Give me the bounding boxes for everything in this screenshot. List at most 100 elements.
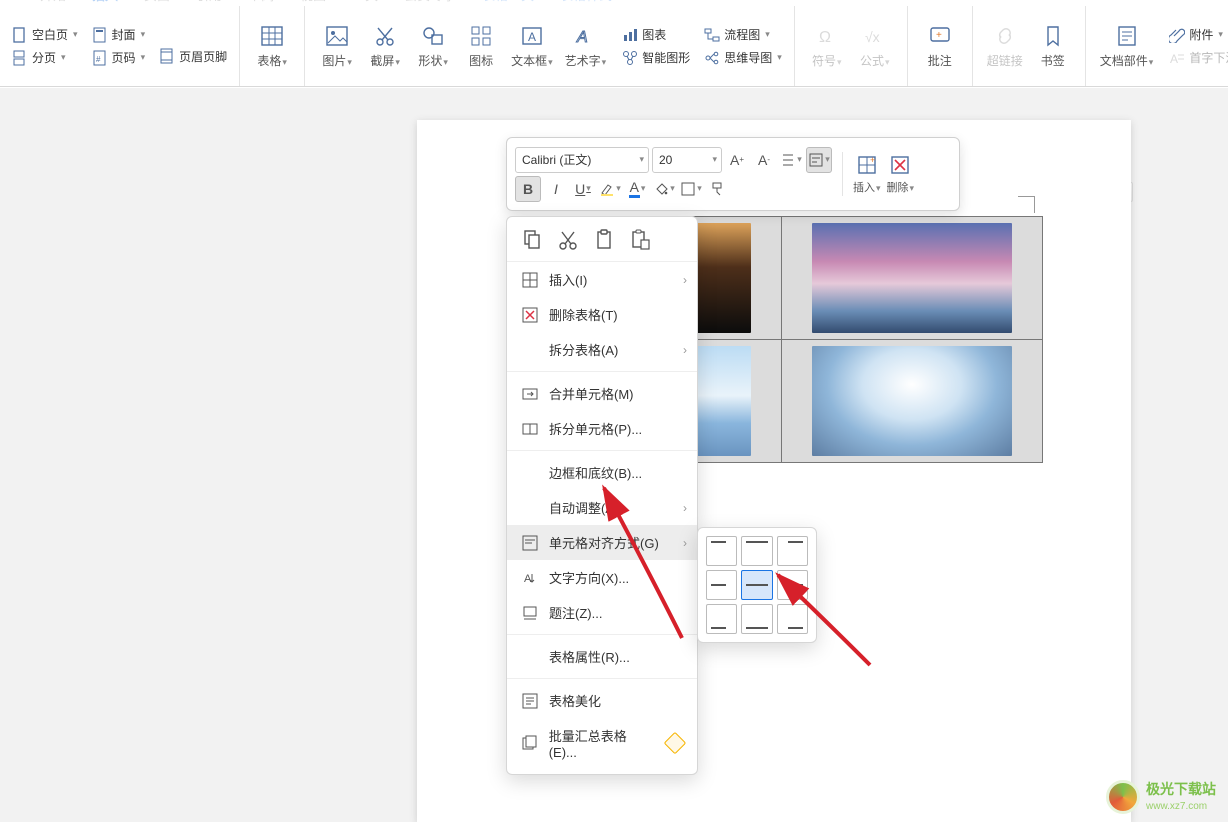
table-button[interactable]: 表格▾ <box>248 20 296 73</box>
decrease-font-button[interactable]: A- <box>752 148 776 172</box>
picture-button[interactable]: 图片▾ <box>313 20 361 73</box>
ctx-cell-alignment[interactable]: 单元格对齐方式(G) › <box>507 525 697 560</box>
svg-text:A: A <box>528 30 536 44</box>
font-size-select[interactable]: 20 ▾ <box>652 147 722 173</box>
hyperlink-button: 超链接 <box>981 20 1029 73</box>
ctx-batch-summary[interactable]: 批量汇总表格(E)... <box>507 718 697 768</box>
ctx-borders-shading[interactable]: 边框和底纹(B)... <box>507 455 697 490</box>
align-middle-center[interactable] <box>741 570 772 600</box>
table-image-4[interactable] <box>812 346 1012 456</box>
copy-icon[interactable] <box>521 229 543 251</box>
svg-text:+: + <box>870 155 875 165</box>
bookmark-label: 书签 <box>1041 52 1065 69</box>
bookmark-button[interactable]: 书签 <box>1029 20 1077 73</box>
header-footer-button[interactable]: 页眉页脚 <box>155 46 231 67</box>
chart-label: 图表 <box>642 26 666 43</box>
ctx-borders-label: 边框和底纹(B)... <box>549 463 642 482</box>
font-size-value: 20 <box>659 153 672 167</box>
line-spacing-icon <box>780 152 796 168</box>
align-top-center[interactable] <box>741 536 772 566</box>
align-middle-left[interactable] <box>706 570 737 600</box>
align-bottom-left[interactable] <box>706 604 737 634</box>
ctx-merge-cells[interactable]: 合并单元格(M) <box>507 376 697 411</box>
picture-icon <box>325 24 349 48</box>
ctx-cell-alignment-label: 单元格对齐方式(G) <box>549 533 659 552</box>
paperclip-icon <box>1169 27 1185 43</box>
insert-rowcol-icon: + <box>856 154 878 176</box>
italic-button[interactable]: I <box>544 177 568 201</box>
wordart-icon: A <box>573 24 597 48</box>
blank-page-button[interactable]: 空白页▾ <box>8 24 82 45</box>
svg-text:#: # <box>96 55 101 64</box>
table-icon <box>260 24 284 48</box>
ctx-split-cells[interactable]: 拆分单元格(P)... <box>507 411 697 446</box>
attachment-button[interactable]: 附件▾ <box>1165 24 1228 45</box>
line-spacing-button[interactable]: ▾ <box>779 148 803 172</box>
borders-button[interactable]: ▾ <box>679 177 703 201</box>
highlight-button[interactable]: ▾ <box>598 177 622 201</box>
page-number-button[interactable]: # 页码▾ <box>88 47 150 68</box>
format-painter-button[interactable] <box>706 177 730 201</box>
ctx-autofit[interactable]: 自动调整(A) › <box>507 490 697 525</box>
ctx-text-direction[interactable]: A 文字方向(X)... <box>507 560 697 595</box>
wordart-button[interactable]: A 艺术字▾ <box>559 20 613 73</box>
ctx-batch-summary-label: 批量汇总表格(E)... <box>549 726 654 760</box>
attachment-label: 附件 <box>1189 26 1213 43</box>
shading-button[interactable]: ▾ <box>652 177 676 201</box>
align-top-right[interactable] <box>777 536 808 566</box>
doc-parts-button[interactable]: 文档部件▾ <box>1094 20 1160 73</box>
blank-page-label: 空白页 <box>32 26 68 43</box>
increase-font-button[interactable]: A+ <box>725 148 749 172</box>
cell-align-icon <box>522 535 538 551</box>
mindmap-button[interactable]: 思维导图▾ <box>700 47 786 68</box>
bold-button[interactable]: B <box>515 176 541 202</box>
link-icon <box>993 24 1017 48</box>
comment-button[interactable]: + 批注 <box>916 20 964 73</box>
smartart-button[interactable]: 智能图形 <box>618 47 694 68</box>
mini-toolbar: Calibri (正文) ▾ 20 ▾ A+ A- ▾ ▾ B I <box>506 137 960 211</box>
align-bottom-right[interactable] <box>777 604 808 634</box>
ctx-autofit-label: 自动调整(A) <box>549 498 618 517</box>
vip-diamond-icon <box>664 732 686 754</box>
cell-align-button[interactable]: ▾ <box>806 147 832 173</box>
highlight-icon <box>599 181 615 197</box>
page-break-button[interactable]: 分页▾ <box>8 47 82 68</box>
underline-button[interactable]: U▾ <box>571 177 595 201</box>
page-number-label: 页码 <box>112 49 136 66</box>
svg-text:A: A <box>524 573 532 585</box>
ctx-delete-table[interactable]: 删除表格(T) <box>507 297 697 332</box>
align-top-left[interactable] <box>706 536 737 566</box>
align-middle-right[interactable] <box>777 570 808 600</box>
flowchart-button[interactable]: 流程图▾ <box>700 24 786 45</box>
docparts-icon <box>1115 24 1139 48</box>
chart-button[interactable]: 图表 <box>618 24 694 45</box>
screenshot-button[interactable]: 截屏▾ <box>361 20 409 73</box>
ctx-insert[interactable]: 插入(I) › <box>507 262 697 297</box>
textbox-button[interactable]: A 文本框▾ <box>505 20 559 73</box>
icons-button[interactable]: 图标 <box>457 20 505 73</box>
ctx-split-table[interactable]: 拆分表格(A) › <box>507 332 697 367</box>
font-color-button[interactable]: A▾ <box>625 177 649 201</box>
cover-button[interactable]: 封面▾ <box>88 24 150 45</box>
shapes-button[interactable]: 形状▾ <box>409 20 457 73</box>
ctx-caption[interactable]: 题注(Z)... <box>507 595 697 630</box>
ribbon: 空白页▾ 分页▾ 封面▾ # 页码▾ <box>0 6 1228 87</box>
align-bottom-center[interactable] <box>741 604 772 634</box>
table-image-2[interactable] <box>812 223 1012 333</box>
paste-special-icon[interactable] <box>629 229 651 251</box>
bookmark-icon <box>1041 24 1065 48</box>
icons-label: 图标 <box>469 52 493 69</box>
font-name-select[interactable]: Calibri (正文) ▾ <box>515 147 649 173</box>
mini-delete-label[interactable]: 删除 <box>887 182 909 194</box>
ctx-beautify[interactable]: 表格美化 <box>507 683 697 718</box>
hyperlink-label: 超链接 <box>987 52 1023 69</box>
comment-label: 批注 <box>928 52 952 69</box>
batch-summary-icon <box>522 735 538 751</box>
mini-insert-label[interactable]: 插入 <box>853 182 875 194</box>
ctx-text-direction-label: 文字方向(X)... <box>549 568 629 587</box>
ctx-table-properties[interactable]: 表格属性(R)... <box>507 639 697 674</box>
mindmap-icon <box>704 50 720 66</box>
paste-icon[interactable] <box>593 229 615 251</box>
flowchart-icon <box>704 27 720 43</box>
cut-icon[interactable] <box>557 229 579 251</box>
